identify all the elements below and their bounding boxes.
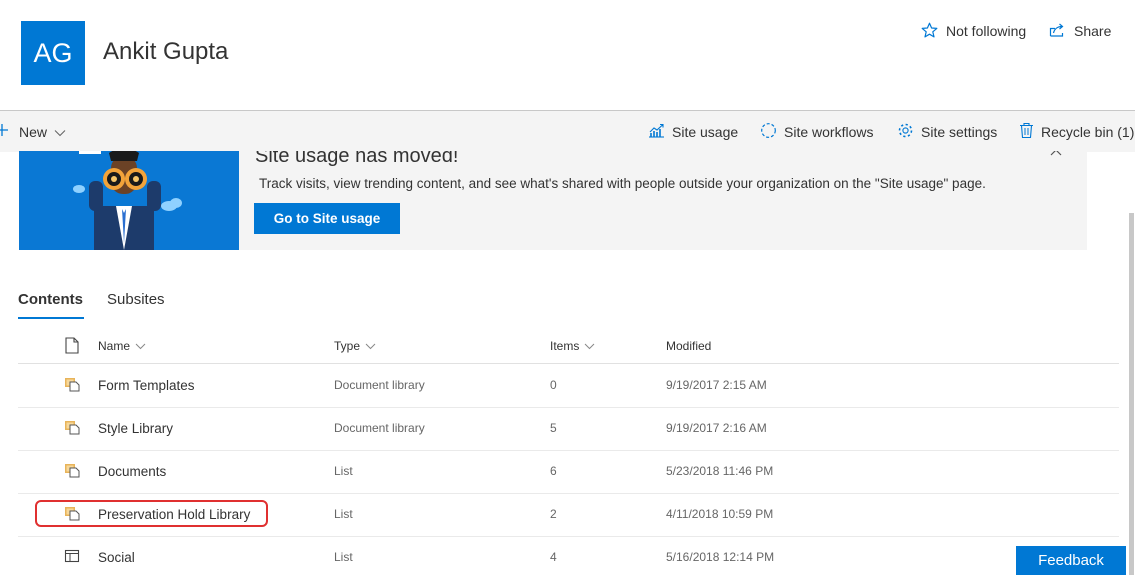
library-icon: [64, 419, 80, 435]
table-row[interactable]: Documents List 6 5/23/2018 11:46 PM: [18, 450, 1119, 494]
library-icon: [64, 376, 80, 392]
list-table-icon: [64, 548, 80, 564]
modified-column-header[interactable]: Modified: [666, 339, 711, 353]
banner-illustration: [19, 151, 239, 250]
plus-icon: [0, 123, 12, 140]
active-tab-indicator: [18, 317, 84, 319]
table-row[interactable]: Social List 4 5/16/2018 12:14 PM: [18, 536, 1119, 579]
document-icon: [65, 337, 79, 357]
row-modified: 5/16/2018 12:14 PM: [666, 550, 775, 564]
chevron-down-icon: [365, 339, 376, 353]
name-column-label: Name: [98, 339, 131, 353]
site-usage-button[interactable]: Site usage: [648, 111, 738, 152]
banner-title: Site usage has moved!: [255, 151, 459, 167]
type-column-header[interactable]: Type: [334, 339, 376, 353]
follow-label: Not following: [946, 22, 1027, 39]
site-logo[interactable]: AG: [21, 21, 85, 85]
star-icon: [921, 22, 938, 39]
banner-description: Track visits, view trending content, and…: [259, 176, 986, 191]
row-name[interactable]: Form Templates: [98, 378, 195, 393]
site-usage-banner: Site usage has moved! Track visits, view…: [19, 151, 1087, 250]
share-icon: [1049, 22, 1066, 39]
trash-icon: [1019, 122, 1034, 142]
name-column-header[interactable]: Name: [98, 339, 146, 353]
table-row[interactable]: Form Templates Document library 0 9/19/2…: [18, 364, 1119, 408]
follow-button[interactable]: Not following: [921, 22, 1026, 39]
recycle-bin-button[interactable]: Recycle bin (1): [1019, 111, 1134, 152]
workflow-icon: [760, 122, 777, 142]
row-type: List: [334, 550, 353, 564]
site-workflows-button[interactable]: Site workflows: [760, 111, 873, 152]
row-modified: 9/19/2017 2:16 AM: [666, 421, 767, 435]
row-type: List: [334, 464, 353, 478]
feedback-button[interactable]: Feedback: [1016, 546, 1126, 575]
site-settings-label: Site settings: [921, 123, 998, 140]
table-row[interactable]: Style Library Document library 5 9/19/20…: [18, 407, 1119, 451]
new-label: New: [19, 123, 48, 140]
share-button[interactable]: Share: [1049, 22, 1111, 39]
chart-icon: [648, 123, 665, 141]
row-type: List: [334, 507, 353, 521]
close-icon[interactable]: [1049, 151, 1063, 157]
share-label: Share: [1074, 22, 1112, 39]
library-icon: [64, 462, 80, 478]
chevron-down-icon: [54, 124, 66, 140]
row-type: Document library: [334, 378, 425, 392]
row-modified: 9/19/2017 2:15 AM: [666, 378, 767, 392]
row-name[interactable]: Documents: [98, 464, 166, 479]
go-to-site-usage-button[interactable]: Go to Site usage: [254, 203, 400, 234]
row-name[interactable]: Social: [98, 550, 135, 565]
items-column-label: Items: [550, 339, 580, 353]
modified-column-label: Modified: [666, 339, 712, 353]
site-workflows-label: Site workflows: [784, 123, 874, 140]
gear-icon: [897, 122, 914, 142]
row-items: 0: [550, 378, 557, 392]
recycle-bin-label: Recycle bin (1): [1041, 123, 1135, 140]
row-name[interactable]: Style Library: [98, 421, 173, 436]
site-title[interactable]: Ankit Gupta: [103, 38, 228, 66]
row-type: Document library: [334, 421, 425, 435]
items-column-header[interactable]: Items: [550, 339, 595, 353]
file-type-column-header[interactable]: [65, 337, 79, 357]
annotation-highlight-box: [35, 500, 268, 527]
row-items: 5: [550, 421, 557, 435]
row-items: 4: [550, 550, 557, 564]
type-column-label: Type: [334, 339, 361, 353]
row-items: 2: [550, 507, 557, 521]
scrollbar-thumb[interactable]: [1129, 213, 1134, 575]
row-items: 6: [550, 464, 557, 478]
tab-subsites[interactable]: Subsites: [107, 291, 165, 308]
row-modified: 4/11/2018 10:59 PM: [666, 507, 774, 521]
site-usage-label: Site usage: [672, 123, 739, 140]
row-modified: 5/23/2018 11:46 PM: [666, 464, 774, 478]
new-button[interactable]: New: [0, 111, 66, 152]
page-scrollbar[interactable]: [1127, 151, 1135, 575]
chevron-down-icon: [135, 339, 146, 353]
tab-contents[interactable]: Contents: [18, 291, 83, 308]
command-bar: New Site usage Site workflows Site setti…: [0, 110, 1135, 152]
chevron-down-icon: [584, 339, 595, 353]
site-settings-button[interactable]: Site settings: [897, 111, 997, 152]
